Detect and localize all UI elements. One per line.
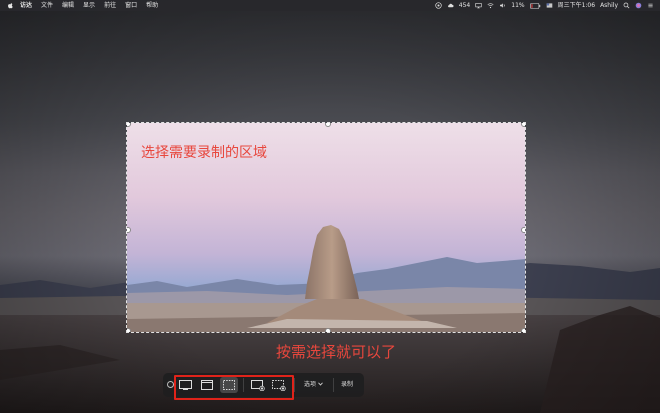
options-label: 选项	[304, 381, 317, 388]
notification-center-icon[interactable]	[647, 2, 654, 9]
menu-bar-status-area: 454 11% 周三下午1:06 Ashily	[430, 0, 654, 11]
menu-window[interactable]: 窗口	[125, 0, 137, 11]
close-toolbar-icon[interactable]	[167, 381, 174, 388]
menu-finder[interactable]: 访达	[20, 0, 32, 11]
chevron-down-icon	[318, 382, 323, 386]
capture-button[interactable]: 录制	[341, 373, 353, 397]
options-menu-button[interactable]: 选项	[304, 373, 323, 397]
apple-logo-icon[interactable]	[7, 2, 14, 9]
toolbar-separator	[333, 378, 334, 392]
menu-view[interactable]: 显示	[83, 0, 95, 11]
status-number[interactable]: 454	[459, 0, 470, 11]
menu-clock[interactable]: 周三下午1:06	[558, 0, 595, 11]
resize-handle-top-right[interactable]	[521, 123, 525, 127]
battery-icon[interactable]	[529, 2, 541, 9]
spotlight-search-icon[interactable]	[623, 2, 630, 9]
cloud-icon[interactable]	[447, 2, 454, 9]
cast-icon[interactable]	[475, 2, 482, 9]
menu-file[interactable]: 文件	[41, 0, 53, 11]
resize-handle-bottom-right[interactable]	[521, 328, 525, 332]
menu-help[interactable]: 帮助	[146, 0, 158, 11]
resize-handle-bottom[interactable]	[325, 328, 331, 332]
annotation-select-as-needed: 按需选择就可以了	[276, 343, 397, 361]
status-app-icon[interactable]	[435, 2, 442, 9]
menu-edit[interactable]: 编辑	[62, 0, 74, 11]
resize-handle-bottom-left[interactable]	[127, 328, 131, 332]
annotation-select-region: 选择需要录制的区域	[141, 145, 267, 161]
menu-go[interactable]: 前往	[104, 0, 116, 11]
toolbar-separator	[294, 378, 295, 392]
wifi-icon[interactable]	[487, 2, 494, 9]
flag-input-icon[interactable]	[546, 2, 553, 9]
battery-percent[interactable]: 11%	[511, 0, 524, 11]
menu-bar: 访达 文件 编辑 显示 前往 窗口 帮助 454 11% 周三下午1:06 As…	[0, 0, 660, 11]
highlight-annotation-box	[174, 375, 294, 400]
siri-icon[interactable]	[635, 2, 642, 9]
resize-handle-right[interactable]	[521, 227, 525, 233]
sound-icon[interactable]	[499, 2, 506, 9]
menu-user[interactable]: Ashily	[600, 0, 618, 11]
